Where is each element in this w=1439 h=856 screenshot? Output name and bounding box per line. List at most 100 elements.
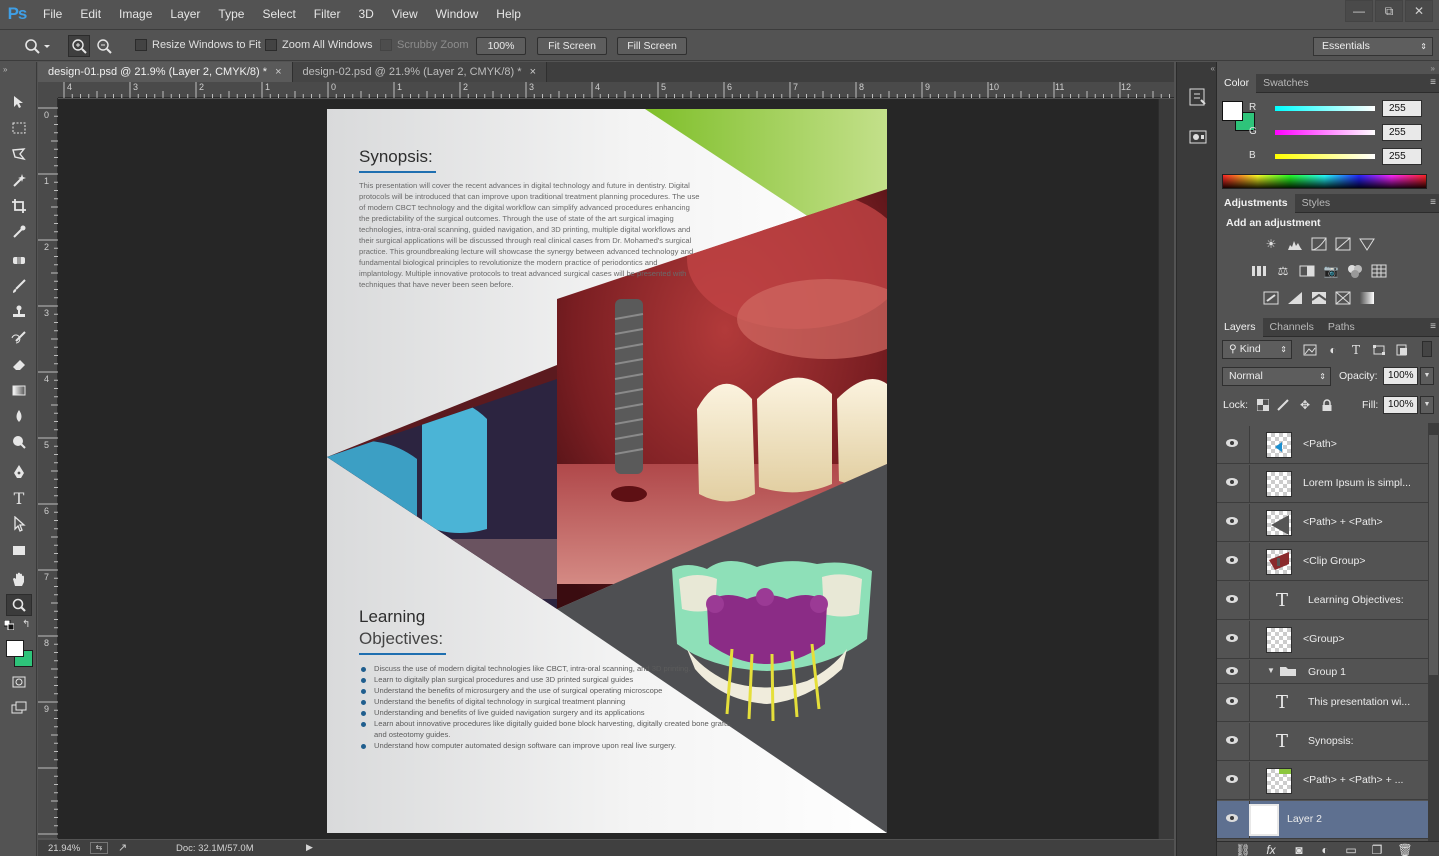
blue-gradient-bar[interactable] [1275,154,1375,159]
layer-name[interactable]: Layer 2 [1287,813,1407,825]
fit-screen-button[interactable]: Fit Screen [537,37,607,55]
layer-name[interactable]: Group 1 [1308,666,1428,678]
zoom-100-button[interactable]: 100% [476,37,526,55]
filter-shape-icon[interactable] [1371,343,1387,357]
blue-value[interactable]: 255 [1382,148,1422,165]
filter-adjustment-icon[interactable]: ◐ [1325,343,1341,357]
move-tool-icon[interactable] [6,91,32,113]
crop-tool-icon[interactable] [6,195,32,217]
hue-saturation-icon[interactable] [1251,264,1267,278]
close-window-button[interactable]: ✕ [1405,0,1433,22]
lock-all-icon[interactable] [1319,398,1335,412]
menu-view[interactable]: View [383,0,427,28]
filter-toggle[interactable] [1422,341,1432,357]
quick-mask-icon[interactable] [6,671,32,693]
pen-tool-icon[interactable] [6,461,32,483]
layer-name[interactable]: Learning Objectives: [1308,594,1428,606]
curves-icon[interactable] [1311,237,1327,251]
layer-row[interactable]: T Learning Objectives: [1217,582,1428,620]
clone-stamp-tool-icon[interactable] [6,301,32,323]
lock-transparent-icon[interactable] [1255,398,1271,412]
new-group-icon[interactable]: ▭ [1343,843,1359,856]
status-menu-arrow-icon[interactable]: ▶ [306,842,313,853]
color-lookup-icon[interactable] [1371,264,1387,278]
tab-design-02[interactable]: design-02.psd @ 21.9% (Layer 2, CMYK/8) … [292,62,547,82]
status-link-icon[interactable]: ⇆ [90,842,108,854]
layer-style-fx-icon[interactable]: fx [1263,843,1279,856]
canvas-scrollbar[interactable] [1158,99,1174,839]
opacity-dropdown-icon[interactable]: ▼ [1420,367,1434,385]
opacity-input[interactable]: 100% [1383,367,1418,385]
tab-close-icon[interactable]: × [530,66,536,78]
eyedropper-tool-icon[interactable] [6,221,32,243]
layers-scrollbar[interactable] [1428,423,1439,841]
gradient-tool-icon[interactable] [6,379,32,401]
visibility-eye-icon[interactable] [1225,666,1239,680]
marquee-tool-icon[interactable] [6,117,32,139]
visibility-eye-icon[interactable] [1225,516,1239,530]
visibility-eye-icon[interactable] [1225,813,1239,827]
menu-file[interactable]: File [34,0,71,28]
fill-input[interactable]: 100% [1383,396,1418,414]
filter-pixel-icon[interactable] [1302,343,1318,357]
black-white-icon[interactable] [1299,264,1315,278]
path-selection-tool-icon[interactable] [6,513,32,535]
tab-swatches[interactable]: Swatches [1256,74,1316,93]
red-slider[interactable]: R 255 [1217,99,1439,119]
green-value[interactable]: 255 [1382,124,1422,141]
menu-edit[interactable]: Edit [71,0,110,28]
restore-button[interactable]: ⧉ [1375,0,1403,22]
delete-layer-icon[interactable]: 🗑 [1397,843,1413,856]
fill-screen-button[interactable]: Fill Screen [617,37,687,55]
magic-wand-tool-icon[interactable] [6,169,32,191]
dock-collapse-icon[interactable]: « [1179,64,1215,74]
tab-styles[interactable]: Styles [1295,194,1338,213]
zoom-tool-preset-icon[interactable] [22,37,50,55]
layer-name[interactable]: Lorem Ipsum is simpl... [1303,477,1423,489]
layer-row[interactable]: T Synopsis: [1217,723,1428,761]
visibility-eye-icon[interactable] [1225,477,1239,491]
vertical-ruler[interactable]: 0 1 2 3 4 5 6 7 8 9 [38,98,58,838]
document-canvas[interactable]: Synopsis: This presentation will cover t… [327,109,887,833]
tab-channels[interactable]: Channels [1263,318,1321,337]
minimize-button[interactable]: — [1345,0,1373,22]
layer-name[interactable]: <Path> + <Path> [1303,516,1423,528]
visibility-eye-icon[interactable] [1225,438,1239,452]
resize-windows-checkbox[interactable]: Resize Windows to Fit [135,39,261,51]
posterize-icon[interactable] [1287,291,1303,305]
dock-collapse-right-icon[interactable]: » [1431,64,1435,73]
menu-window[interactable]: Window [427,0,488,28]
menu-type[interactable]: Type [209,0,253,28]
expand-triangle-icon[interactable]: ▼ [1267,666,1275,675]
zoom-all-windows-checkbox[interactable]: Zoom All Windows [265,39,372,51]
fill-dropdown-icon[interactable]: ▼ [1420,396,1434,414]
brightness-contrast-icon[interactable]: ☀ [1263,237,1279,251]
red-gradient-bar[interactable] [1275,106,1375,111]
blend-mode-select[interactable]: Normal ⇕ [1222,367,1331,386]
default-colors-icon[interactable] [3,619,15,631]
visibility-eye-icon[interactable] [1225,774,1239,788]
color-spectrum-bar[interactable] [1222,174,1427,189]
workspace-select[interactable]: Essentials ⇕ [1313,37,1433,56]
tab-adjustments[interactable]: Adjustments [1217,194,1295,213]
filter-type-icon[interactable]: T [1348,343,1364,357]
healing-brush-tool-icon[interactable] [6,249,32,271]
visibility-eye-icon[interactable] [1225,735,1239,749]
channel-mixer-icon[interactable] [1347,264,1363,278]
menu-select[interactable]: Select [253,0,304,28]
menu-3d[interactable]: 3D [349,0,382,28]
photo-filter-icon[interactable]: 📷 [1323,264,1339,278]
layer-filter-kind-select[interactable]: ⚲ Kind ⇕ [1222,340,1292,359]
scrubby-zoom-checkbox[interactable]: Scrubby Zoom [380,39,469,51]
layer-name[interactable]: <Clip Group> [1303,555,1423,567]
layer-row-selected[interactable]: Layer 2 [1217,801,1428,839]
horizontal-ruler[interactable]: 4 3 2 1 0 1 2 3 4 5 6 7 8 9 10 11 12 [58,82,1174,98]
tab-layers[interactable]: Layers [1217,318,1263,337]
menu-image[interactable]: Image [110,0,161,28]
menu-layer[interactable]: Layer [161,0,209,28]
lock-position-icon[interactable]: ✥ [1297,398,1313,412]
layer-name[interactable]: This presentation wi... [1308,696,1428,708]
tab-color[interactable]: Color [1217,74,1257,93]
properties-panel-icon[interactable] [1187,126,1209,148]
threshold-icon[interactable] [1311,291,1327,305]
